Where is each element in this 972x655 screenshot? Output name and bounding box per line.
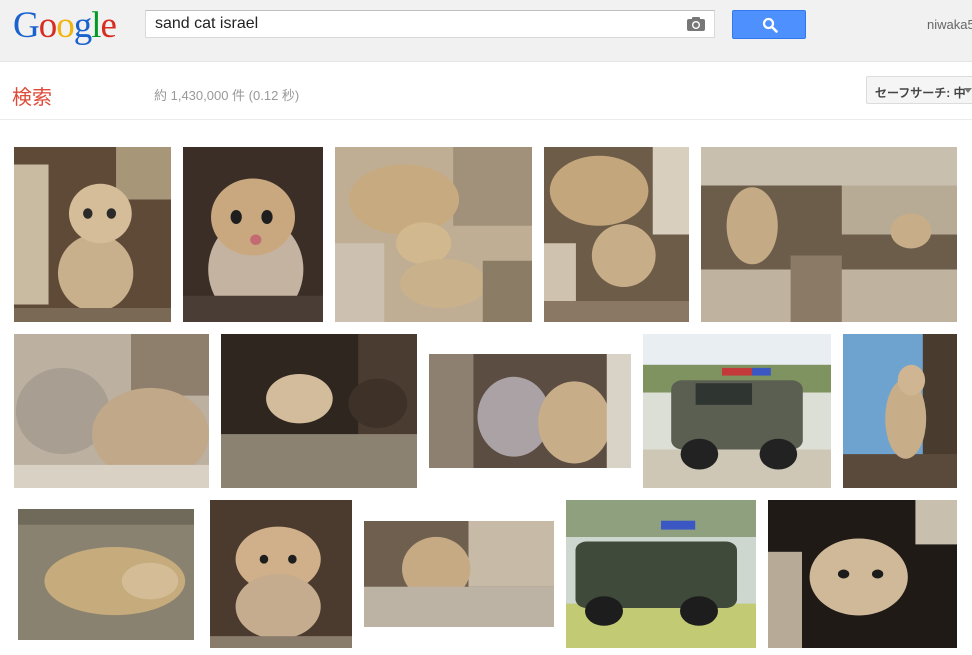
two-kittens-image — [429, 354, 631, 468]
image-result[interactable] — [643, 334, 831, 488]
sand-cat-kitten-closeup-image — [768, 500, 957, 648]
search-label: 検索 — [12, 87, 52, 109]
search-input[interactable] — [155, 14, 675, 34]
image-result[interactable] — [701, 147, 957, 322]
kitten-dark-image — [221, 334, 417, 488]
image-result[interactable] — [14, 334, 209, 488]
logo-letter: e — [100, 5, 117, 46]
image-result[interactable] — [210, 500, 352, 648]
sand-cat-sleeping-image — [18, 509, 194, 640]
image-result[interactable] — [14, 147, 171, 322]
image-result[interactable] — [364, 521, 554, 627]
image-result[interactable] — [843, 334, 957, 488]
logo-letter: l — [91, 5, 101, 46]
sub-bar: 検索 約 1,430,000 件 (0.12 秒) セーフサーチ: 中 — [0, 62, 972, 120]
image-result[interactable] — [183, 147, 323, 322]
sand-cat-sitting-image — [843, 334, 957, 488]
search-icon — [762, 17, 778, 33]
image-result[interactable] — [18, 509, 194, 640]
two-kittens-image — [14, 334, 209, 488]
image-result[interactable] — [566, 500, 756, 648]
image-result[interactable] — [768, 500, 957, 648]
image-result[interactable] — [544, 147, 689, 322]
safesearch-dropdown[interactable]: セーフサーチ: 中 — [866, 76, 972, 104]
safesearch-label: セーフサーチ: 中 — [875, 86, 966, 100]
sand-cat-kitten-image — [210, 500, 352, 648]
image-result[interactable] — [221, 334, 417, 488]
user-name[interactable]: niwaka5 — [927, 17, 972, 32]
camera-icon[interactable] — [686, 16, 706, 32]
sand-cat-mother-kitten-image — [544, 147, 689, 322]
image-result[interactable] — [429, 354, 631, 468]
sand-cat-mother-kitten-image — [335, 147, 532, 322]
google-logo[interactable]: Google — [13, 4, 117, 48]
logo-letter: g — [73, 5, 92, 46]
logo-letter: o — [56, 5, 74, 46]
sand-cat-kitten-image — [183, 147, 323, 322]
logo-letter: G — [13, 5, 40, 46]
sand-cat-kitten-rock-image — [364, 521, 554, 627]
top-bar: Google niwaka5 — [0, 0, 972, 62]
logo-letter: o — [38, 5, 57, 46]
result-stats: 約 1,430,000 件 (0.12 秒) — [154, 88, 300, 103]
sand-cat-on-rocks-image — [701, 147, 957, 322]
police-vehicle-driving-image — [566, 500, 756, 648]
chevron-down-icon — [964, 88, 972, 93]
search-box[interactable] — [145, 10, 715, 38]
sand-cat-kitten-image — [14, 147, 171, 322]
image-result[interactable] — [335, 147, 532, 322]
search-button[interactable] — [732, 10, 806, 39]
police-vehicle-image — [643, 334, 831, 488]
